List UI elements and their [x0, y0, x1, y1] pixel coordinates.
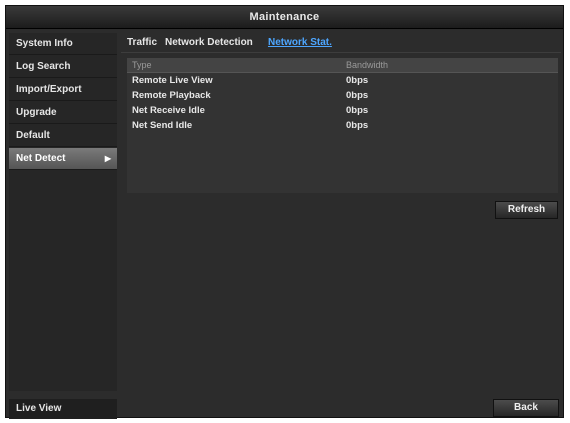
row-type: Net Receive Idle	[132, 105, 205, 116]
sidebar-item-net-detect[interactable]: Net Detect ▶	[9, 148, 117, 170]
tab-traffic[interactable]: Traffic	[127, 34, 157, 52]
row-bandwidth: 0bps	[346, 90, 369, 101]
sidebar-item-import-export[interactable]: Import/Export	[9, 79, 117, 101]
sidebar-item-label: Net Detect	[16, 153, 66, 164]
network-stat-table: Type Bandwidth Remote Live View 0bps Rem…	[127, 58, 558, 193]
row-bandwidth: 0bps	[346, 120, 369, 131]
sidebar-item-label: Upgrade	[16, 107, 57, 118]
sidebar-item-label: Log Search	[16, 61, 71, 72]
tab-divider	[121, 52, 561, 53]
column-header-bandwidth: Bandwidth	[346, 60, 389, 70]
maintenance-window: Maintenance System Info Log Search Impor…	[5, 5, 564, 419]
refresh-button[interactable]: Refresh	[495, 201, 558, 219]
sidebar-item-label: System Info	[16, 38, 73, 49]
row-type: Remote Playback	[132, 90, 211, 101]
window-title: Maintenance	[6, 6, 563, 29]
sidebar-item-system-info[interactable]: System Info	[9, 33, 117, 55]
row-bandwidth: 0bps	[346, 105, 369, 116]
table-row[interactable]: Remote Live View 0bps	[127, 73, 558, 88]
row-type: Remote Live View	[132, 75, 213, 86]
tab-network-stat[interactable]: Network Stat.	[268, 34, 332, 52]
tab-bar: Traffic Network Detection Network Stat.	[121, 34, 561, 52]
table-header: Type Bandwidth	[127, 58, 558, 73]
table-row[interactable]: Net Receive Idle 0bps	[127, 103, 558, 118]
chevron-right-icon: ▶	[104, 154, 111, 163]
row-bandwidth: 0bps	[346, 75, 369, 86]
table-row[interactable]: Remote Playback 0bps	[127, 88, 558, 103]
live-view-button[interactable]: Live View	[9, 399, 117, 419]
sidebar: System Info Log Search Import/Export Upg…	[9, 33, 117, 391]
row-type: Net Send Idle	[132, 120, 193, 131]
column-header-type: Type	[132, 60, 152, 70]
sidebar-item-upgrade[interactable]: Upgrade	[9, 102, 117, 124]
sidebar-item-default[interactable]: Default	[9, 125, 117, 147]
table-row[interactable]: Net Send Idle 0bps	[127, 118, 558, 133]
tab-network-detection[interactable]: Network Detection	[165, 34, 253, 52]
sidebar-item-log-search[interactable]: Log Search	[9, 56, 117, 78]
sidebar-item-label: Import/Export	[16, 84, 82, 95]
back-button[interactable]: Back	[493, 399, 559, 417]
sidebar-item-label: Default	[16, 130, 50, 141]
